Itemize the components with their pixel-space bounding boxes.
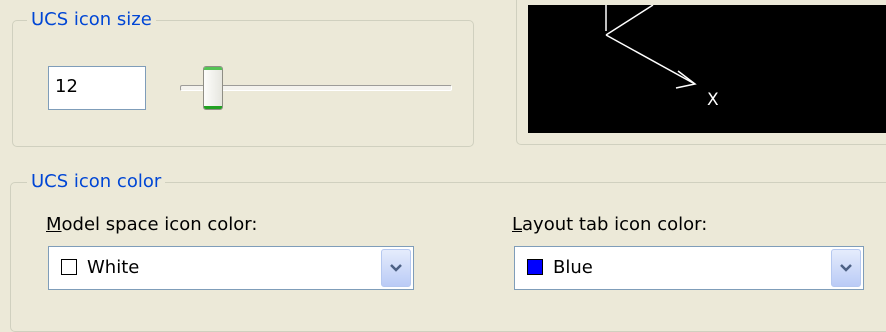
ucs-y-axis (605, 5, 654, 36)
model-space-icon-color-value: White (87, 257, 140, 278)
layout-tab-icon-color-select[interactable]: Blue (514, 246, 864, 290)
ucs-icon-size-title: UCS icon size (27, 9, 156, 31)
ucs-icon-size-slider-thumb[interactable] (202, 66, 223, 110)
layout-tab-icon-color-value: Blue (553, 257, 593, 278)
layout-tab-icon-color-label: Layout tab icon color: (512, 214, 707, 236)
model-space-icon-color-select[interactable]: White (48, 246, 414, 290)
ucs-x-axis-label: X (707, 90, 719, 110)
model-space-dropdown-button[interactable] (381, 249, 411, 287)
ucs-icon-preview-graphic: X (605, 5, 719, 110)
model-space-accelerator: M (46, 214, 62, 235)
layout-tab-accelerator: L (512, 214, 523, 235)
ucs-x-axis (605, 34, 694, 84)
blue-swatch-icon (527, 259, 543, 275)
ucs-icon-size-input[interactable]: 12 (48, 66, 146, 110)
ucs-icon-color-title: UCS icon color (27, 171, 166, 193)
model-space-label-text: odel space icon color: (61, 214, 258, 235)
model-space-icon-color-label: Model space icon color: (46, 214, 257, 236)
chevron-down-icon (840, 264, 852, 272)
layout-tab-dropdown-button[interactable] (831, 249, 861, 287)
chevron-down-icon (390, 264, 402, 272)
white-swatch-icon (61, 259, 77, 275)
layout-tab-label-text: ayout tab icon color: (522, 214, 708, 235)
ucs-icon-preview: X (528, 5, 886, 133)
